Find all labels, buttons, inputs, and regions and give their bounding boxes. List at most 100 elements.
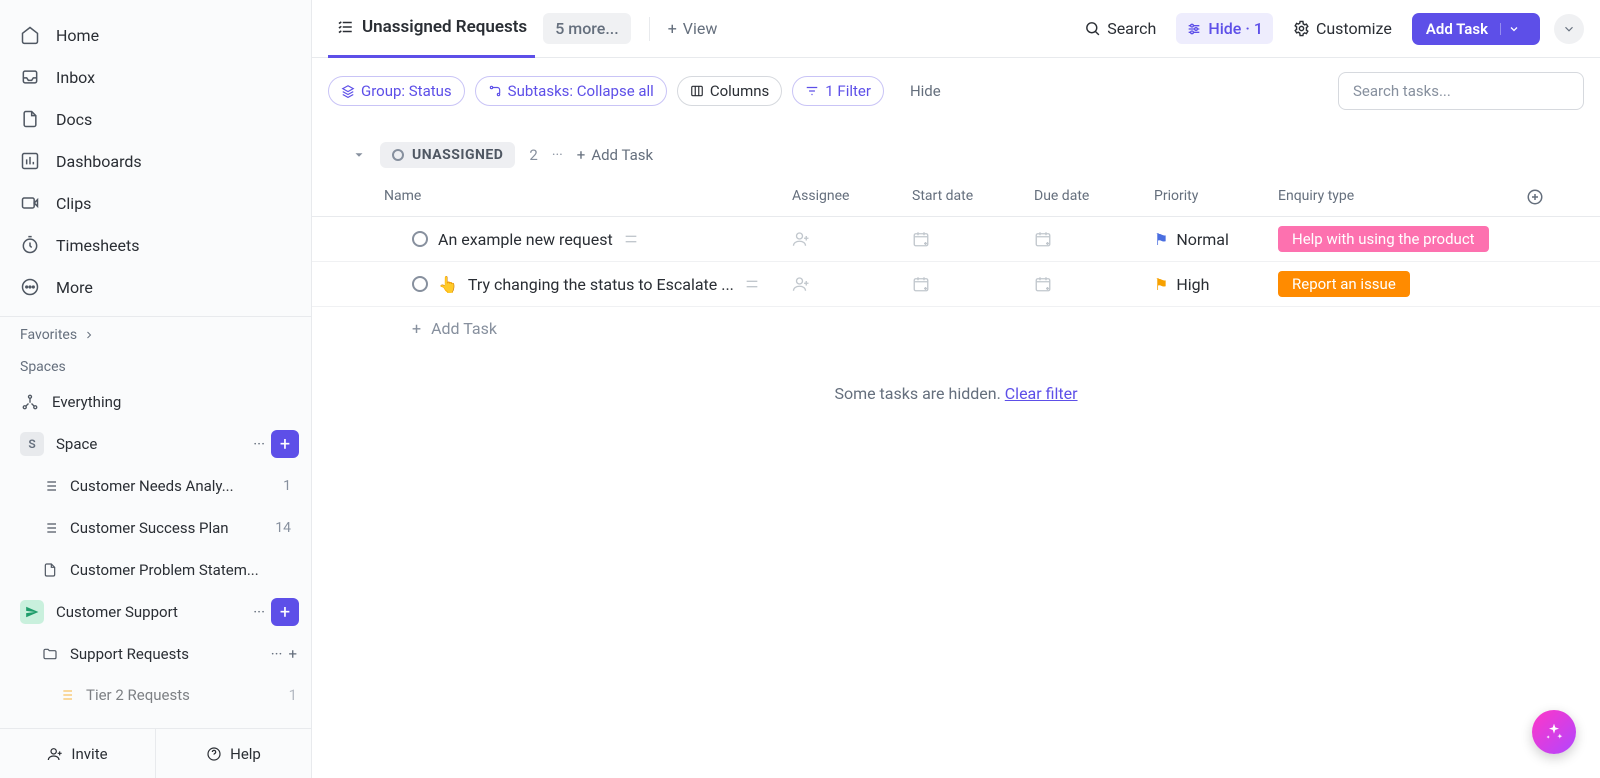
subtask-toggle-icon[interactable]: [623, 231, 639, 247]
start-date-cell[interactable]: [912, 230, 1034, 248]
nav-docs[interactable]: Docs: [0, 98, 311, 140]
status-pill[interactable]: UNASSIGNED: [380, 142, 515, 168]
add-task-row[interactable]: + Add Task: [312, 307, 1600, 350]
group-more-icon[interactable]: ···: [552, 147, 563, 163]
task-row[interactable]: An example new request ⚑ Normal Help wit…: [312, 217, 1600, 262]
customize-label: Customize: [1316, 19, 1392, 38]
assignee-cell[interactable]: [792, 230, 912, 248]
help-button[interactable]: Help: [156, 729, 311, 778]
add-view-button[interactable]: + View: [668, 19, 718, 38]
ellipsis-icon[interactable]: ···: [271, 645, 283, 663]
add-to-space-button[interactable]: +: [271, 430, 299, 458]
collapse-panel-button[interactable]: [1554, 14, 1584, 44]
col-due-date[interactable]: Due date: [1034, 188, 1154, 206]
group-count: 2: [529, 146, 537, 164]
col-priority[interactable]: Priority: [1154, 188, 1278, 206]
status-circle-icon[interactable]: [412, 231, 428, 247]
favorites-section[interactable]: Favorites: [0, 317, 311, 349]
assignee-cell[interactable]: [792, 275, 912, 293]
tabs-more[interactable]: 5 more...: [543, 13, 631, 44]
doc-icon: [40, 560, 60, 580]
dashboards-icon: [20, 151, 40, 171]
tab-unassigned-requests[interactable]: Unassigned Requests: [328, 0, 535, 58]
enquiry-cell[interactable]: Help with using the product: [1278, 226, 1526, 252]
nav-more[interactable]: More: [0, 266, 311, 308]
sliders-icon: [1186, 21, 1202, 37]
ellipsis-icon[interactable]: ···: [253, 435, 265, 453]
hide-button[interactable]: Hide · 1: [1176, 13, 1273, 44]
nav-timesheets[interactable]: Timesheets: [0, 224, 311, 266]
due-date-cell[interactable]: [1034, 275, 1154, 293]
sidebar-customer-support[interactable]: Customer Support ··· +: [0, 591, 311, 633]
hide-toggle[interactable]: Hide: [910, 82, 941, 100]
nav-dashboards[interactable]: Dashboards: [0, 140, 311, 182]
subtasks-chip[interactable]: Subtasks: Collapse all: [475, 76, 667, 106]
clips-icon: [20, 193, 40, 213]
filter-chip[interactable]: 1 Filter: [792, 76, 884, 106]
view-name: Unassigned Requests: [362, 17, 527, 37]
toolbar: Group: Status Subtasks: Collapse all Col…: [312, 58, 1600, 124]
home-icon: [20, 25, 40, 45]
plus-icon[interactable]: +: [288, 645, 297, 663]
ellipsis-icon[interactable]: ···: [253, 603, 265, 621]
invite-label: Invite: [71, 745, 107, 763]
list-label: Tier 2 Requests: [86, 686, 190, 704]
invite-button[interactable]: Invite: [0, 729, 156, 778]
flag-icon: ⚑: [1154, 275, 1168, 294]
add-to-support-button[interactable]: +: [271, 598, 299, 626]
nav-label: Inbox: [56, 68, 95, 87]
columns-icon: [690, 84, 704, 98]
space-name: Customer Support: [56, 603, 178, 621]
task-row[interactable]: 👆 Try changing the status to Escalate ..…: [312, 262, 1600, 307]
list-label: Customer Needs Analy...: [70, 477, 234, 495]
plus-icon: +: [668, 19, 677, 38]
nav-label: Docs: [56, 110, 92, 129]
list-customer-needs[interactable]: Customer Needs Analy... 1: [0, 465, 311, 507]
flag-icon: ⚑: [1154, 230, 1168, 249]
customize-button[interactable]: Customize: [1287, 15, 1398, 42]
status-circle-icon[interactable]: [412, 276, 428, 292]
priority-cell[interactable]: ⚑ Normal: [1154, 230, 1278, 249]
clear-filter-link[interactable]: Clear filter: [1005, 384, 1078, 403]
spaces-section[interactable]: Spaces: [0, 349, 311, 381]
list-customer-success[interactable]: Customer Success Plan 14: [0, 507, 311, 549]
start-date-cell[interactable]: [912, 275, 1034, 293]
chevron-down-icon[interactable]: [1500, 23, 1526, 35]
nav-inbox[interactable]: Inbox: [0, 56, 311, 98]
search-placeholder: Search tasks...: [1353, 82, 1451, 100]
list-tier2-requests[interactable]: Tier 2 Requests 1: [0, 675, 311, 715]
list-customer-problem[interactable]: Customer Problem Statem...: [0, 549, 311, 591]
sidebar-space[interactable]: S Space ··· +: [0, 423, 311, 465]
collapse-group-icon[interactable]: [352, 148, 366, 162]
search-label: Search: [1107, 19, 1156, 38]
support-badge-icon: [20, 600, 44, 624]
nav-clips[interactable]: Clips: [0, 182, 311, 224]
col-start-date[interactable]: Start date: [912, 188, 1034, 206]
due-date-cell[interactable]: [1034, 230, 1154, 248]
list-icon: [40, 476, 60, 496]
add-task-label: Add Task: [1426, 20, 1488, 38]
help-icon: [206, 746, 222, 762]
add-task-button[interactable]: Add Task: [1412, 13, 1540, 45]
ai-fab-button[interactable]: [1532, 710, 1576, 754]
col-name[interactable]: Name: [352, 188, 792, 206]
col-assignee[interactable]: Assignee: [792, 188, 912, 206]
subtask-toggle-icon[interactable]: [744, 276, 760, 292]
space-badge: S: [20, 432, 44, 456]
enquiry-tag: Report an issue: [1278, 271, 1410, 297]
add-task-label: Add Task: [431, 319, 497, 338]
group-add-task[interactable]: + Add Task: [577, 146, 653, 164]
gear-icon: [1293, 20, 1310, 37]
col-enquiry[interactable]: Enquiry type: [1278, 188, 1526, 206]
sidebar-everything[interactable]: Everything: [0, 381, 311, 423]
add-column-button[interactable]: [1526, 188, 1558, 206]
search-tasks-input[interactable]: Search tasks...: [1338, 72, 1584, 110]
search-button[interactable]: Search: [1078, 15, 1162, 42]
folder-support-requests[interactable]: Support Requests ··· +: [0, 633, 311, 675]
columns-chip[interactable]: Columns: [677, 76, 782, 106]
network-icon: [20, 392, 40, 412]
group-chip[interactable]: Group: Status: [328, 76, 465, 106]
nav-home[interactable]: Home: [0, 14, 311, 56]
priority-cell[interactable]: ⚑ High: [1154, 275, 1278, 294]
enquiry-cell[interactable]: Report an issue: [1278, 271, 1526, 297]
